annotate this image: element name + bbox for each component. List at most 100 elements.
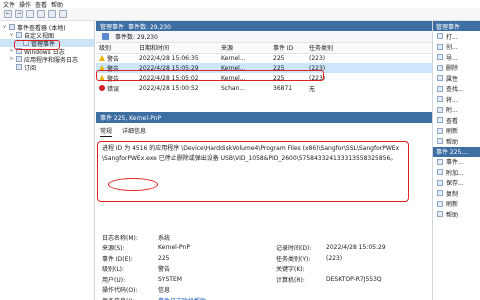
expand-chevron-icon[interactable]: ∨ xyxy=(2,24,7,30)
property-label: 关键字(K): xyxy=(276,266,305,274)
column-header-datetime[interactable]: 日期和时间 xyxy=(136,43,218,54)
table-row[interactable]: 错误 2022/4/28 15:00:52 Schan... 36871 无 xyxy=(96,83,432,93)
action-icon xyxy=(437,179,443,186)
action-item[interactable]: 导... xyxy=(433,52,480,63)
action-item[interactable]: 将... xyxy=(433,94,480,105)
action-icon xyxy=(437,33,443,40)
action-label: 创... xyxy=(446,44,458,52)
event-detail-header: 事件 225, Kernel-PnP xyxy=(96,112,432,123)
error-icon xyxy=(99,85,105,91)
action-label: 刷新 xyxy=(446,128,459,136)
action-label: 查看 xyxy=(446,117,459,125)
events-count-bar: 事件数: 29,230 xyxy=(96,31,432,43)
highlight-ellipse-exe xyxy=(108,178,158,191)
event-detail-title: 事件 225, Kernel-PnP xyxy=(100,115,162,122)
action-item[interactable]: 查看 xyxy=(433,115,480,126)
action-icon xyxy=(437,211,443,218)
action-icon xyxy=(437,75,443,82)
event-viewer-icon xyxy=(9,24,15,30)
action-item[interactable]: 属性 xyxy=(433,73,480,84)
tree-item[interactable]: ∨ 自定义视图 xyxy=(0,31,94,39)
action-label: 删除 xyxy=(446,65,459,73)
tree-item[interactable]: > 应用程序和服务日志 xyxy=(0,55,94,63)
forward-button[interactable]: → xyxy=(15,10,23,18)
console-tree: ∨ 事件查看器 (本地) ∨ 自定义视图 管理事件 > Windows 日志 > 应用程序和服务… xyxy=(0,21,95,300)
action-item[interactable]: 刷新 xyxy=(433,199,480,210)
action-label: 刷新 xyxy=(446,201,459,209)
highlight-box-description xyxy=(97,141,409,202)
cell-event-id: 225 xyxy=(273,54,285,62)
event-list-pane: 管理事件 事件数: 29,230 事件数: 29,230 级别 日期和时间 来源… xyxy=(96,21,432,300)
column-header-event-id[interactable]: 事件 ID xyxy=(270,43,306,54)
property-label: 来源(S): xyxy=(102,245,125,253)
action-icon xyxy=(437,106,443,113)
table-row[interactable]: 警告 2022/4/28 15:06:35 Kernel... 225 (223) xyxy=(96,53,432,63)
help-icon[interactable] xyxy=(48,10,56,18)
property-label: 计算机(R): xyxy=(276,276,305,284)
show-hide-tree-icon[interactable] xyxy=(37,10,45,18)
cell-source: Schan... xyxy=(221,84,246,92)
online-help-link[interactable]: 事件日志联机帮助 xyxy=(158,296,276,300)
expand-chevron-icon[interactable]: ∨ xyxy=(9,32,14,38)
action-icon xyxy=(437,43,443,50)
action-icon xyxy=(437,138,443,145)
tab-details[interactable]: 详细信息 xyxy=(122,126,146,137)
action-item[interactable]: 刷新 xyxy=(433,126,480,137)
property-row: 事件 ID(E): 225 任务类别(Y): (223) xyxy=(102,253,428,264)
folder-icon xyxy=(16,56,22,62)
subscription-icon xyxy=(16,64,22,70)
property-row: 操作代码(O): 信息 xyxy=(102,285,428,296)
expand-chevron-icon[interactable]: > xyxy=(9,48,14,54)
folder-icon xyxy=(16,32,22,38)
action-item[interactable]: 打... xyxy=(433,31,480,42)
action-label: 打... xyxy=(446,33,458,41)
back-button[interactable]: ← xyxy=(4,10,12,18)
table-header-row: 级别 日期和时间 来源 事件 ID 任务类别 xyxy=(96,43,432,54)
property-value: Kernel-PnP xyxy=(158,244,190,252)
action-item[interactable]: 帮助 xyxy=(433,136,480,147)
action-icon xyxy=(437,54,443,61)
up-folder-icon[interactable] xyxy=(26,10,34,18)
action-item[interactable]: 保存... xyxy=(433,178,480,189)
highlight-box-tree xyxy=(14,40,60,50)
column-header-level[interactable]: 级别 xyxy=(96,43,136,54)
property-value: (223) xyxy=(326,254,343,262)
action-label: 帮助 xyxy=(446,138,459,146)
tree-item[interactable]: 订阅 xyxy=(0,63,94,71)
property-label: 更多信息(I): xyxy=(102,296,158,300)
action-item[interactable]: 复制 xyxy=(433,188,480,199)
action-item[interactable]: 帮助 xyxy=(433,209,480,220)
action-label: 事件... xyxy=(446,159,464,167)
property-row: 来源(S): Kernel-PnP 记录时间(D): 2022/4/28 15:05:… xyxy=(102,243,428,254)
property-row: 级别(L): 警告 关键字(K): xyxy=(102,264,428,275)
cell-task-category: 无 xyxy=(309,85,316,93)
property-label: 级别(L): xyxy=(102,266,125,274)
expand-chevron-icon[interactable]: > xyxy=(9,56,14,62)
action-label: 查找... xyxy=(446,86,464,94)
tab-general[interactable]: 常规 xyxy=(100,126,113,137)
cell-datetime: 2022/4/28 15:06:35 xyxy=(139,54,199,62)
action-icon xyxy=(437,127,443,134)
column-header-task-category[interactable]: 任务类别 xyxy=(306,43,432,54)
action-item[interactable]: 查找... xyxy=(433,84,480,95)
action-item[interactable]: 附... xyxy=(433,105,480,116)
column-header-source[interactable]: 来源 xyxy=(218,43,270,54)
actions-header-2-label: 事件 225,... xyxy=(436,149,469,156)
menu-bar: 文件 操作 查看 帮助 xyxy=(0,0,480,9)
event-properties: 日志名称(M): 系统 来源(S): Kernel-PnP 记录时间(D): 2022/4… xyxy=(102,232,428,300)
action-icon xyxy=(437,117,443,124)
action-item[interactable]: 创... xyxy=(433,42,480,53)
property-value: 信息 xyxy=(158,287,171,295)
action-icon xyxy=(437,85,443,92)
properties-icon[interactable] xyxy=(59,10,67,18)
tree-item-label: 应用程序和服务日志 xyxy=(24,56,79,64)
action-item[interactable]: 删除 xyxy=(433,63,480,74)
action-icon xyxy=(437,64,443,71)
tree-item[interactable]: ∨ 事件查看器 (本地) xyxy=(0,23,94,31)
property-label: 任务类别(Y): xyxy=(276,255,311,263)
toolbar: ← → xyxy=(0,8,480,21)
action-item[interactable]: 事件... xyxy=(433,157,480,168)
view-title: 管理事件 xyxy=(100,23,125,31)
cell-source: Kernel... xyxy=(221,54,246,62)
action-item[interactable]: 附加... xyxy=(433,167,480,178)
